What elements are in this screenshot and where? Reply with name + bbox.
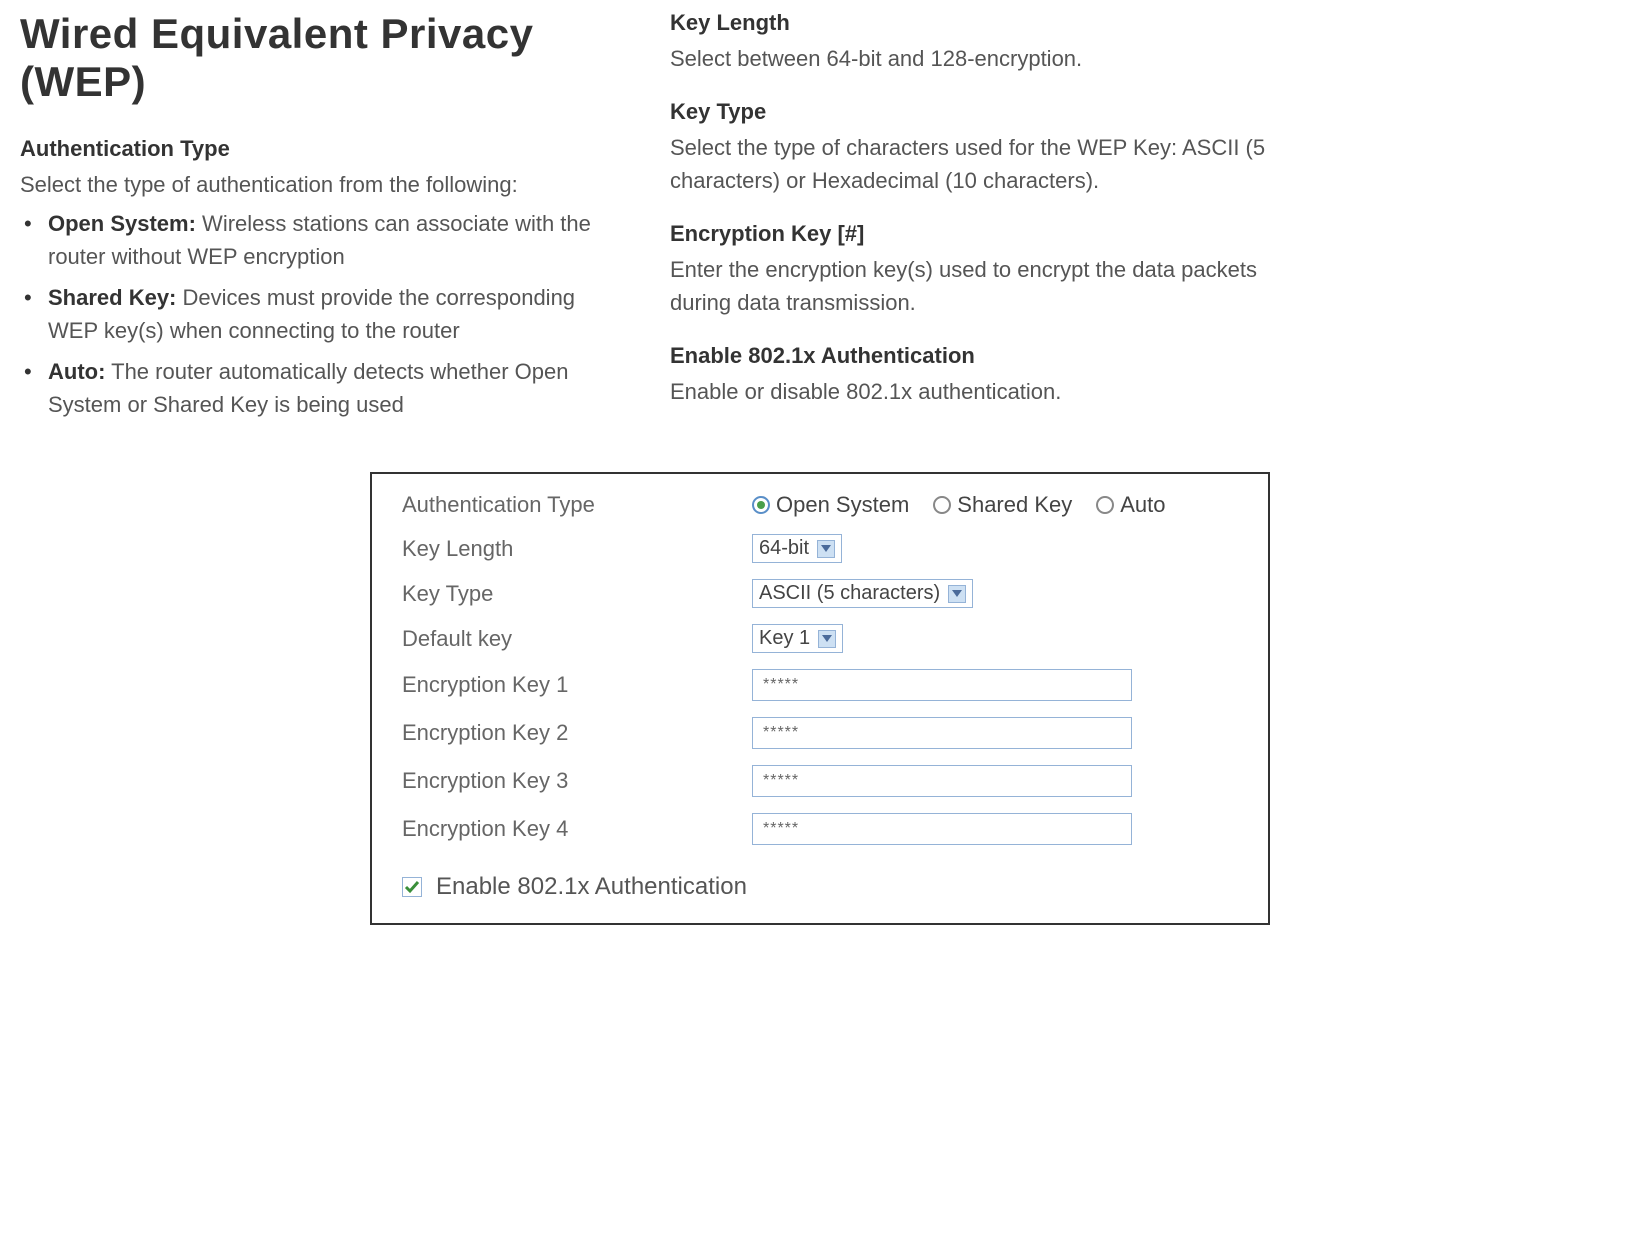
key-type-form-label: Key Type [402, 581, 752, 607]
key-type-desc: Select the type of characters used for t… [670, 131, 1290, 197]
key-type-select[interactable]: ASCII (5 characters) [752, 579, 973, 608]
page-title: Wired Equivalent Privacy (WEP) [20, 10, 620, 106]
key-length-form-label: Key Length [402, 536, 752, 562]
key-type-heading: Key Type [670, 99, 1290, 125]
key-length-desc: Select between 64-bit and 128-encryption… [670, 42, 1290, 75]
radio-shared-key[interactable]: Shared Key [933, 492, 1072, 518]
enc-key-desc: Enter the encryption key(s) used to encr… [670, 253, 1290, 319]
enable-8021x-heading: Enable 802.1x Authentication [670, 343, 1290, 369]
auth-type-list: Open System: Wireless stations can assoc… [20, 207, 620, 421]
list-item-rest: The router automatically detects whether… [48, 359, 569, 417]
radio-auto[interactable]: Auto [1096, 492, 1165, 518]
enc-key-heading: Encryption Key [#] [670, 221, 1290, 247]
chevron-down-icon [818, 630, 836, 648]
key-length-select[interactable]: 64-bit [752, 534, 842, 563]
chevron-down-icon [817, 540, 835, 558]
list-item: Auto: The router automatically detects w… [20, 355, 620, 421]
select-value: 64-bit [759, 537, 809, 560]
check-icon [404, 879, 420, 895]
radio-icon [933, 496, 951, 514]
list-item: Shared Key: Devices must provide the cor… [20, 281, 620, 347]
enc-key-4-label: Encryption Key 4 [402, 816, 752, 842]
enc-key-2-input[interactable] [752, 717, 1132, 749]
default-key-form-label: Default key [402, 626, 752, 652]
chevron-down-icon [948, 585, 966, 603]
list-item-bold: Open System: [48, 211, 196, 236]
auth-type-heading: Authentication Type [20, 136, 620, 162]
radio-open-system[interactable]: Open System [752, 492, 909, 518]
enc-key-3-input[interactable] [752, 765, 1132, 797]
enc-key-1-input[interactable] [752, 669, 1132, 701]
enc-key-2-label: Encryption Key 2 [402, 720, 752, 746]
auth-type-desc: Select the type of authentication from t… [20, 168, 620, 201]
key-length-heading: Key Length [670, 10, 1290, 36]
radio-label: Open System [776, 492, 909, 518]
enable-8021x-checkbox[interactable] [402, 877, 422, 897]
radio-label: Auto [1120, 492, 1165, 518]
auth-type-form-label: Authentication Type [402, 492, 752, 518]
wep-form-panel: Authentication Type Open System Shared K… [370, 472, 1270, 925]
enable-8021x-checkbox-label: Enable 802.1x Authentication [436, 873, 747, 901]
list-item-bold: Shared Key: [48, 285, 176, 310]
enable-8021x-desc: Enable or disable 802.1x authentication. [670, 375, 1290, 408]
list-item: Open System: Wireless stations can assoc… [20, 207, 620, 273]
radio-icon [752, 496, 770, 514]
default-key-select[interactable]: Key 1 [752, 624, 843, 653]
enc-key-1-label: Encryption Key 1 [402, 672, 752, 698]
enc-key-3-label: Encryption Key 3 [402, 768, 752, 794]
select-value: Key 1 [759, 627, 810, 650]
select-value: ASCII (5 characters) [759, 582, 940, 605]
enc-key-4-input[interactable] [752, 813, 1132, 845]
list-item-bold: Auto: [48, 359, 105, 384]
radio-label: Shared Key [957, 492, 1072, 518]
radio-icon [1096, 496, 1114, 514]
